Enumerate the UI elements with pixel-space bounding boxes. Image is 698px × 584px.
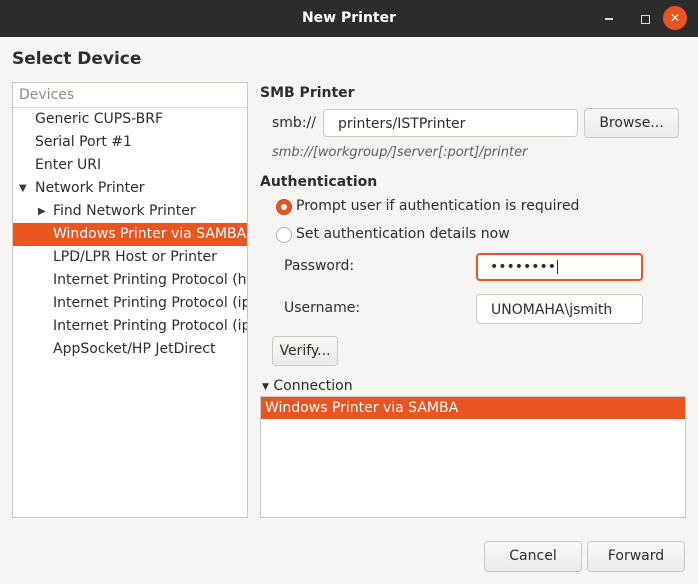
close-icon[interactable]: ✕ <box>663 6 687 30</box>
window-title: New Printer <box>301 10 397 26</box>
device-item-network-printer[interactable]: ▼ Network Printer <box>13 177 247 200</box>
browse-button[interactable]: Browse... <box>584 108 679 138</box>
text-caret <box>557 260 559 274</box>
connection-row[interactable]: Windows Printer via SAMBA <box>261 397 685 419</box>
device-item-ipp-ipps[interactable]: Internet Printing Protocol (ip <box>13 315 247 338</box>
radio-set-auth-label[interactable]: Set authentication details now <box>296 226 510 242</box>
radio-set-auth[interactable] <box>276 227 292 243</box>
triangle-down-icon[interactable]: ▼ <box>19 177 27 200</box>
device-item-enter-uri[interactable]: Enter URI <box>13 154 247 177</box>
forward-button[interactable]: Forward <box>587 541 685 572</box>
smb-section-label: SMB Printer <box>260 85 355 101</box>
device-item-lpd-lpr[interactable]: LPD/LPR Host or Printer <box>13 246 247 269</box>
connection-label: Connection <box>273 378 353 394</box>
password-field[interactable]: •••••••• <box>476 253 643 281</box>
device-item-label: Network Printer <box>35 180 145 196</box>
device-list[interactable]: Devices Generic CUPS-BRF Serial Port #1 … <box>12 82 248 518</box>
maximize-icon[interactable] <box>634 8 656 30</box>
device-item-windows-samba[interactable]: Windows Printer via SAMBA <box>13 223 247 246</box>
triangle-down-icon: ▼ <box>262 382 269 392</box>
device-item-label: Enter URI <box>35 157 102 173</box>
radio-prompt-auth-label[interactable]: Prompt user if authentication is require… <box>296 198 579 214</box>
device-item-ipp-http[interactable]: Internet Printing Protocol (ht <box>13 269 247 292</box>
device-item-label: Internet Printing Protocol (ip <box>53 295 247 311</box>
device-item-appsocket[interactable]: AppSocket/HP JetDirect <box>13 338 247 361</box>
device-item-label: Internet Printing Protocol (ht <box>53 272 247 288</box>
device-item-label: Internet Printing Protocol (ip <box>53 318 247 334</box>
device-item-ipp-ipp[interactable]: Internet Printing Protocol (ip <box>13 292 247 315</box>
smb-format-hint: smb://[workgroup/]server[:port]/printer <box>272 145 528 160</box>
device-item-label: Serial Port #1 <box>35 134 132 150</box>
connection-list[interactable]: Windows Printer via SAMBA <box>260 396 686 518</box>
device-list-header: Devices <box>13 83 247 108</box>
smb-prefix-label: smb:// <box>272 115 316 131</box>
device-item-serial-port[interactable]: Serial Port #1 <box>13 131 247 154</box>
verify-button[interactable]: Verify... <box>272 336 338 366</box>
password-value: •••••••• <box>490 259 557 275</box>
device-item-label: Windows Printer via SAMBA <box>53 226 247 242</box>
username-field[interactable]: UNOMAHA\jsmith <box>476 294 643 324</box>
device-item-label: LPD/LPR Host or Printer <box>53 249 217 265</box>
radio-prompt-auth[interactable] <box>276 199 292 215</box>
username-label: Username: <box>284 300 361 316</box>
connection-expander[interactable]: ▼ Connection <box>262 378 353 394</box>
device-item-generic-cups-brf[interactable]: Generic CUPS-BRF <box>13 108 247 131</box>
device-item-label: AppSocket/HP JetDirect <box>53 341 216 357</box>
window-titlebar: New Printer ✕ <box>0 0 698 37</box>
device-item-label: Generic CUPS-BRF <box>35 111 164 127</box>
password-label: Password: <box>284 258 355 274</box>
smb-path-input[interactable]: printers/ISTPrinter <box>323 109 578 137</box>
device-item-find-network-printer[interactable]: ▶ Find Network Printer <box>13 200 247 223</box>
minimize-icon[interactable] <box>598 8 620 30</box>
auth-section-label: Authentication <box>260 174 378 190</box>
triangle-right-icon[interactable]: ▶ <box>38 200 46 223</box>
cancel-button[interactable]: Cancel <box>484 541 582 572</box>
device-item-label: Find Network Printer <box>53 203 196 219</box>
page-title: Select Device <box>12 49 142 69</box>
